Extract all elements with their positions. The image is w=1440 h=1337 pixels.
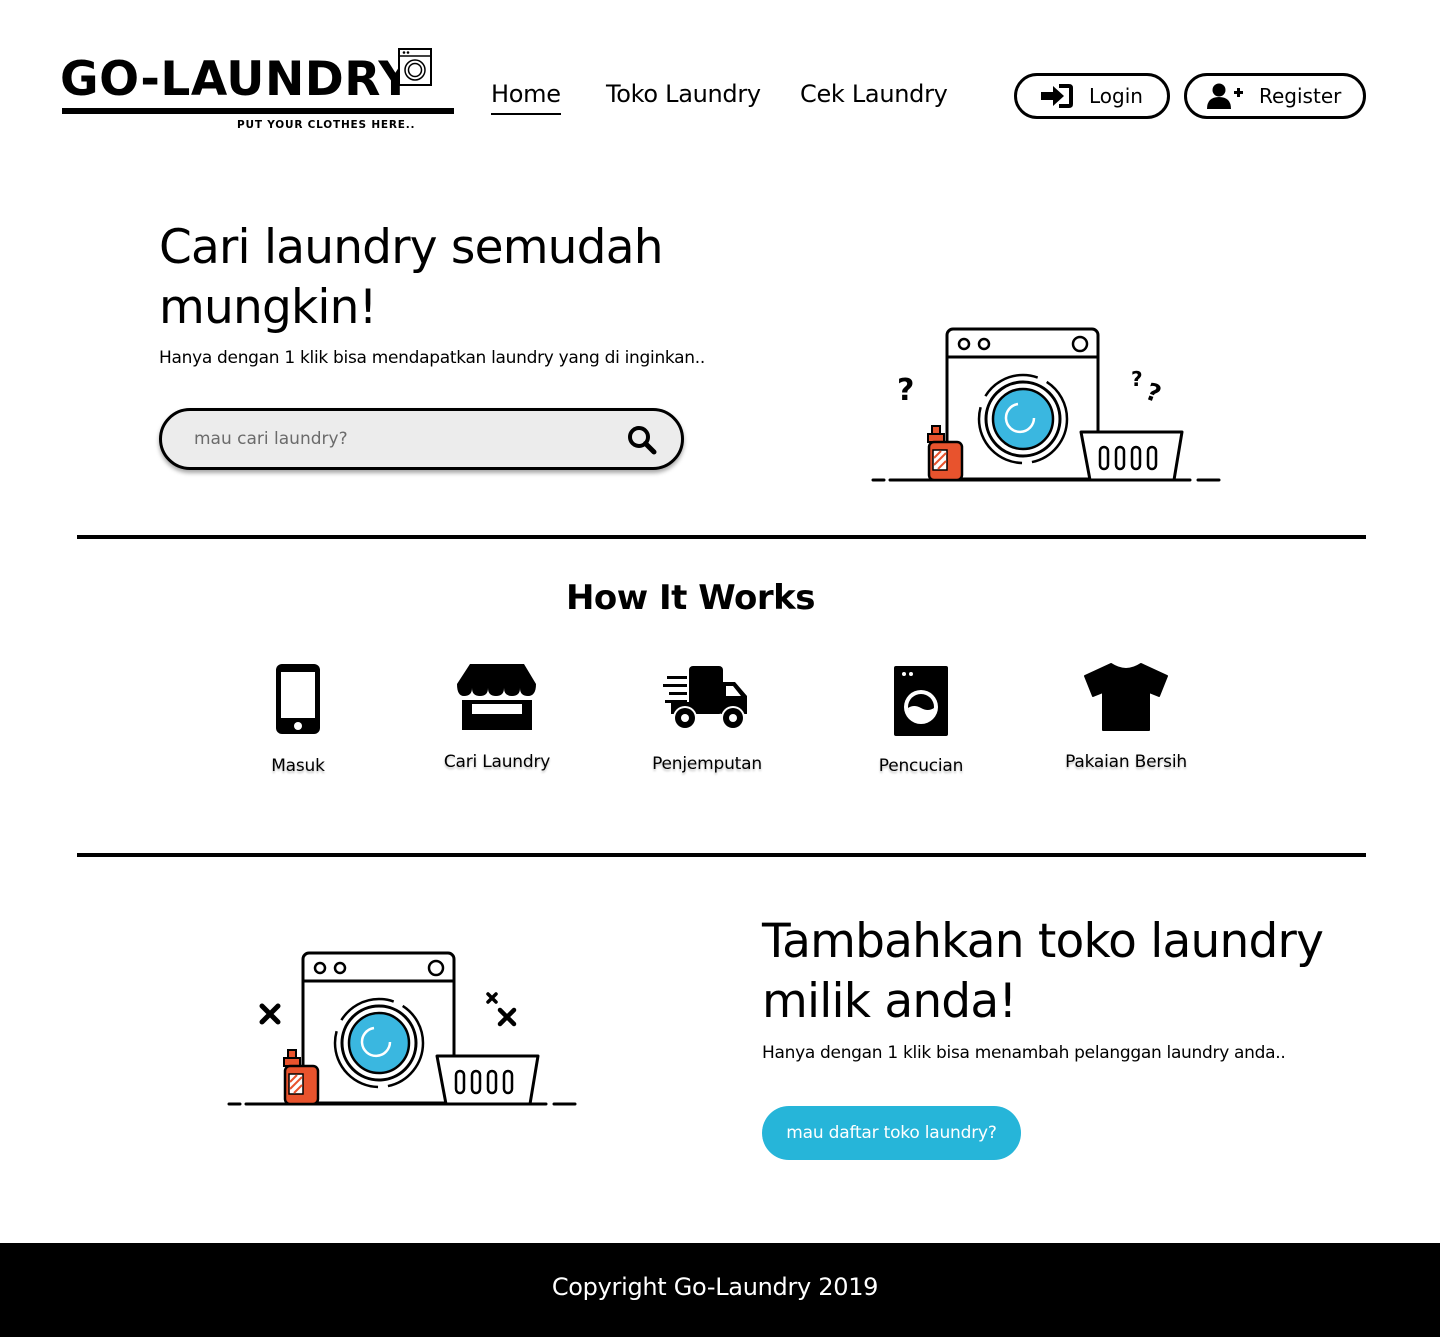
how-it-works-title: How It Works	[565, 578, 816, 618]
washing-machine-illustration	[227, 951, 577, 1106]
search-input[interactable]	[192, 425, 612, 453]
login-button[interactable]: Login	[1014, 73, 1170, 119]
nav-home[interactable]: Home	[491, 78, 561, 115]
nav-toko-laundry[interactable]: Toko Laundry	[606, 78, 761, 110]
svg-text:?: ?	[897, 373, 914, 408]
hero-subtitle: Hanya dengan 1 klik bisa mendapatkan lau…	[159, 348, 705, 368]
step-label: Pencucian	[878, 756, 964, 776]
add-store-subtitle: Hanya dengan 1 klik bisa menambah pelang…	[762, 1043, 1286, 1063]
footer-copyright: Copyright Go-Laundry 2019	[551, 1273, 879, 1301]
svg-text:?: ?	[1142, 377, 1165, 408]
svg-text:?: ?	[1131, 367, 1143, 391]
logo-underline	[62, 108, 454, 114]
delivery-truck-icon	[663, 666, 747, 730]
step-label: Pakaian Bersih	[1065, 752, 1187, 772]
user-plus-icon	[1207, 83, 1243, 109]
search-bar	[159, 408, 684, 470]
step-pencucian: Pencucian	[861, 662, 981, 776]
footer: Copyright Go-Laundry 2019	[0, 1243, 1440, 1337]
step-label: Penjemputan	[652, 754, 762, 774]
step-masuk: Masuk	[248, 662, 348, 776]
washing-machine-icon	[894, 666, 948, 736]
store-icon	[457, 664, 536, 730]
washing-machine-logo-icon	[398, 48, 432, 86]
register-label: Register	[1259, 84, 1342, 108]
login-label: Login	[1089, 84, 1143, 108]
sign-in-icon	[1041, 84, 1073, 108]
logo-text: GO-LAUNDRY	[60, 52, 413, 107]
step-penjemputan: Penjemputan	[637, 662, 777, 774]
smartphone-icon	[276, 664, 320, 734]
t-shirt-icon	[1084, 663, 1168, 731]
section-divider	[77, 535, 1366, 539]
page: GO-LAUNDRY PUT YOUR CLOTHES HERE.. Home …	[0, 0, 1440, 1337]
step-cari-laundry: Cari Laundry	[427, 662, 567, 772]
logo[interactable]: GO-LAUNDRY PUT YOUR CLOTHES HERE..	[60, 46, 454, 136]
register-button[interactable]: Register	[1184, 73, 1366, 119]
add-store-title: Tambahkan toko laundry milik anda!	[762, 914, 1324, 1029]
search-icon[interactable]	[627, 425, 657, 455]
nav-cek-laundry[interactable]: Cek Laundry	[800, 78, 948, 110]
hero-title: Cari laundry semudah mungkin!	[159, 220, 663, 335]
step-label: Cari Laundry	[443, 752, 551, 772]
step-pakaian-bersih: Pakaian Bersih	[1056, 662, 1196, 772]
section-divider	[77, 853, 1366, 857]
register-store-button[interactable]: mau daftar toko laundry?	[762, 1106, 1021, 1160]
step-label: Masuk	[271, 756, 325, 776]
washing-machine-illustration: ? ? ?	[871, 327, 1221, 482]
logo-tagline: PUT YOUR CLOTHES HERE..	[237, 119, 416, 131]
